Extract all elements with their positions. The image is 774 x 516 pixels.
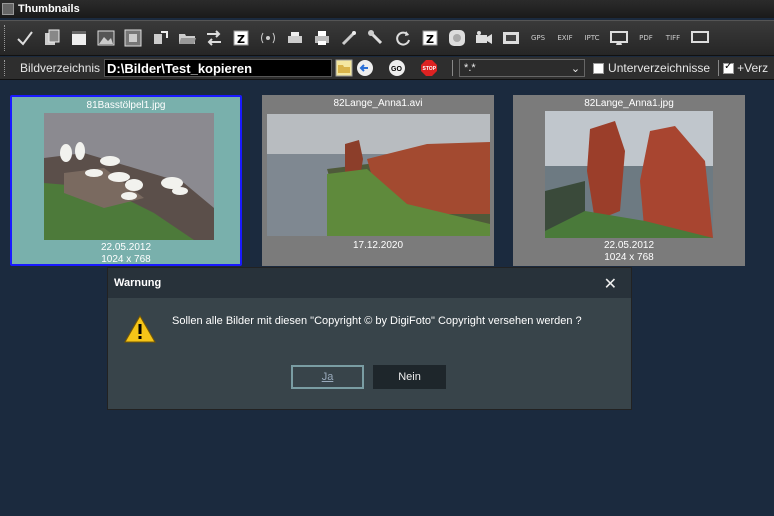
thumbnail-name: 82Lange_Anna1.jpg xyxy=(584,98,674,109)
image-icon[interactable] xyxy=(95,27,117,49)
magic-icon[interactable] xyxy=(338,27,360,49)
pdf-icon[interactable]: PDF xyxy=(635,27,657,49)
svg-text:GO: GO xyxy=(391,66,402,73)
yes-button[interactable]: Ja xyxy=(291,365,364,389)
path-label: Bildverzeichnis xyxy=(20,61,101,75)
dialog-titlebar: Warnung ✕ xyxy=(108,268,631,298)
thumbnail-date: 22.05.2012 xyxy=(100,242,152,253)
thumbnail-date: 17.12.2020 xyxy=(352,240,404,251)
printer-icon[interactable] xyxy=(284,27,306,49)
pdf-label: PDF xyxy=(639,34,653,42)
close-icon[interactable]: ✕ xyxy=(604,274,617,293)
iptc-icon[interactable]: IPTC xyxy=(581,27,603,49)
screen-icon[interactable] xyxy=(608,27,630,49)
svg-text:Z: Z xyxy=(237,33,245,46)
gps-icon[interactable]: GPS xyxy=(527,27,549,49)
path-bar: Bildverzeichnis GO STOP *.* ⌄ Unterverze… xyxy=(0,57,774,80)
film-icon[interactable] xyxy=(500,27,522,49)
thumbnail-item[interactable]: 81Basstölpel1.jpg 22.05.2012 1024 x 768 xyxy=(10,95,242,266)
camera-icon[interactable] xyxy=(473,27,495,49)
window-icon[interactable] xyxy=(68,27,90,49)
thumbnail-image xyxy=(545,111,713,238)
separator xyxy=(452,60,454,76)
exif-label: EXIF xyxy=(557,34,573,42)
exif-icon[interactable]: EXIF xyxy=(554,27,576,49)
stop-button[interactable]: STOP xyxy=(420,59,438,77)
more-icon[interactable] xyxy=(689,27,711,49)
go-button[interactable]: GO xyxy=(388,59,406,77)
path-input[interactable] xyxy=(104,59,333,77)
zip2-icon[interactable]: Z xyxy=(419,27,441,49)
iptc-label: IPTC xyxy=(584,34,600,42)
dialog-title: Warnung xyxy=(114,277,162,289)
warning-icon xyxy=(124,315,156,343)
toolbar-grip[interactable] xyxy=(4,25,8,51)
printer2-icon[interactable] xyxy=(311,27,333,49)
app-icon xyxy=(2,3,14,15)
no-label: Nein xyxy=(398,371,421,383)
export-icon[interactable] xyxy=(149,27,171,49)
title-bar: Thumbnails xyxy=(0,0,774,18)
dialog-message: Sollen alle Bilder mit diesen "Copyright… xyxy=(172,315,582,327)
no-button[interactable]: Nein xyxy=(373,365,446,389)
file-mask-select[interactable]: *.* ⌄ xyxy=(459,59,586,77)
zip-icon[interactable]: Z xyxy=(230,27,252,49)
copy-icon[interactable] xyxy=(41,27,63,49)
subdirs-checkbox[interactable] xyxy=(593,62,605,74)
tools-icon[interactable] xyxy=(365,27,387,49)
thumbnail-item[interactable]: 82Lange_Anna1.jpg 22.05.2012 1024 x 768 xyxy=(513,95,745,266)
arrows-icon[interactable] xyxy=(203,27,225,49)
back-icon[interactable] xyxy=(356,59,374,77)
thumbnail-image xyxy=(267,114,490,236)
gps-label: GPS xyxy=(530,34,546,42)
radio-icon[interactable] xyxy=(257,27,279,49)
pathbar-grip[interactable] xyxy=(4,60,8,76)
window-title: Thumbnails xyxy=(18,3,80,15)
thumbnail-date: 22.05.2012 xyxy=(603,240,655,251)
subdirs-label: Unterverzeichnisse xyxy=(608,61,711,75)
main-toolbar: Z Z GPS EXIF IPTC PDF TIFF xyxy=(0,20,774,56)
svg-text:STOP: STOP xyxy=(423,66,437,72)
extra-dirs-label: +Verz xyxy=(737,61,769,75)
thumbnail-size: 1024 x 768 xyxy=(604,252,654,263)
thumbnail-image xyxy=(44,113,214,240)
extra-dirs-checkbox[interactable] xyxy=(723,61,735,74)
thumbnail-name: 82Lange_Anna1.avi xyxy=(333,98,423,109)
yes-label: Ja xyxy=(321,371,334,383)
separator xyxy=(718,60,720,76)
warning-dialog: Warnung ✕ Sollen alle Bilder mit diesen … xyxy=(107,267,632,410)
thumbnail-name: 81Basstölpel1.jpg xyxy=(86,100,166,111)
circle-icon[interactable] xyxy=(446,27,468,49)
file-mask-value: *.* xyxy=(464,62,476,74)
thumbnail-size: 1024 x 768 xyxy=(101,254,151,265)
chevron-down-icon: ⌄ xyxy=(570,61,581,75)
refresh-icon[interactable] xyxy=(392,27,414,49)
folder-open-icon[interactable] xyxy=(176,27,198,49)
thumbnail-item[interactable]: 82Lange_Anna1.avi 17.12.2020 xyxy=(262,95,494,266)
svg-text:Z: Z xyxy=(426,33,434,46)
tiff-icon[interactable]: TIFF xyxy=(662,27,684,49)
browse-folder-button[interactable] xyxy=(335,59,353,77)
check-icon[interactable] xyxy=(14,27,36,49)
filmstrip-icon[interactable] xyxy=(122,27,144,49)
tiff-label: TIFF xyxy=(665,34,681,42)
